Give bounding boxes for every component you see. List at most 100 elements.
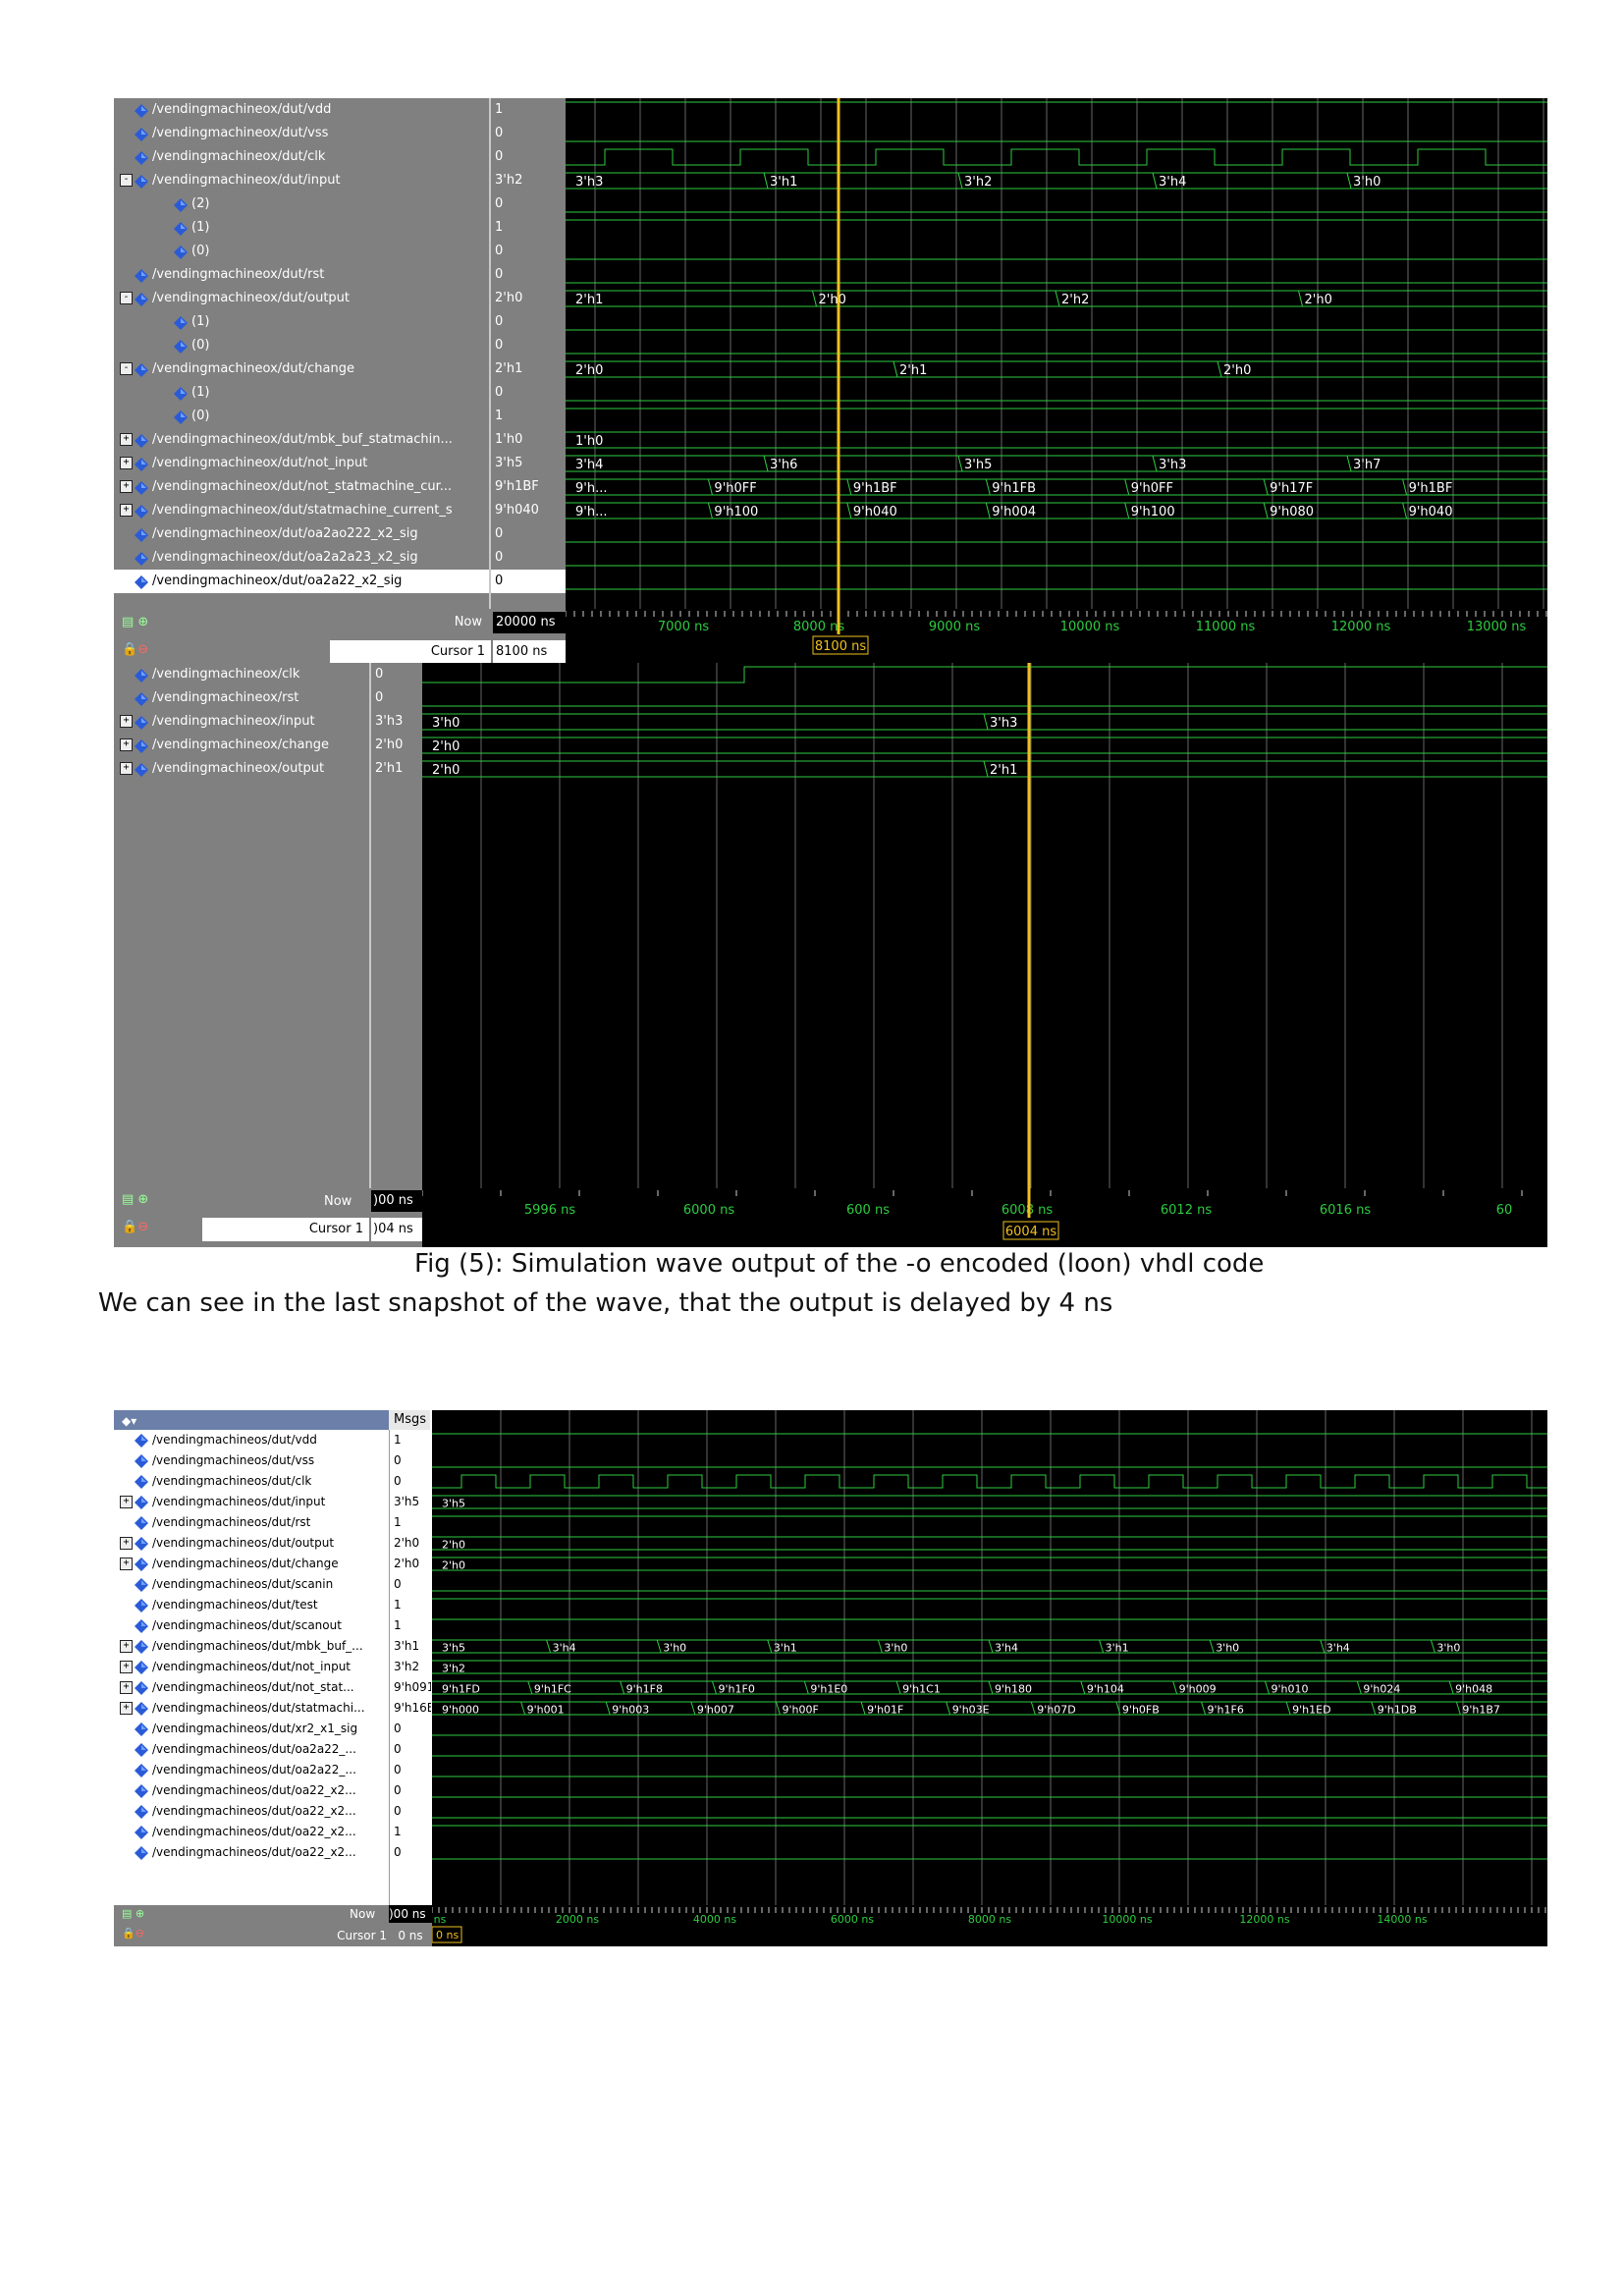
signal-row[interactable]: /vendingmachineos/dut/clk bbox=[114, 1471, 389, 1492]
lock-icon[interactable]: 🔒⊖ bbox=[122, 642, 148, 657]
lock-icon[interactable]: 🔒⊖ bbox=[122, 1927, 144, 1940]
signal-row[interactable]: + /vendingmachineos/dut/not_input bbox=[114, 1657, 389, 1677]
signal-row[interactable]: + /vendingmachineox/change bbox=[114, 734, 369, 757]
signal-row[interactable]: + /vendingmachineox/output bbox=[114, 757, 369, 781]
expand-toggle[interactable]: + bbox=[120, 738, 133, 751]
signal-row[interactable]: + /vendingmachineox/dut/not_statmachine_c… bbox=[114, 475, 489, 499]
signal-row[interactable]: + /vendingmachineos/dut/mbk_buf_... bbox=[114, 1636, 389, 1657]
expand-toggle[interactable]: + bbox=[120, 504, 133, 517]
signal-row[interactable]: /vendingmachineos/dut/oa22_x2... bbox=[114, 1801, 389, 1822]
signal-row[interactable]: /vendingmachineox/dut/oa2ao222_x2_sig bbox=[114, 522, 489, 546]
cursor-value[interactable]: 0 ns bbox=[389, 1927, 432, 1944]
bus-value-label: 9'h000 bbox=[442, 1704, 479, 1717]
signal-row[interactable]: + /vendingmachineos/dut/output bbox=[114, 1533, 389, 1554]
collapse-toggle[interactable]: - bbox=[120, 174, 133, 187]
signal-row[interactable]: /vendingmachineos/dut/vss bbox=[114, 1450, 389, 1471]
signal-row[interactable]: /vendingmachineox/dut/clk bbox=[114, 145, 489, 169]
signal-row[interactable]: (0) bbox=[114, 334, 489, 357]
waveform-canvas[interactable]: 3'h3 3'h1 3'h2 3'h4 3'h0 2'h1 2'h0 2'h2 2'h0 2'h0… bbox=[566, 98, 1547, 609]
signal-row[interactable]: + /vendingmachineos/dut/statmachi... bbox=[114, 1698, 389, 1719]
signal-row[interactable]: /vendingmachineox/dut/oa2a22_x2_sig bbox=[114, 570, 489, 593]
signal-row[interactable]: - /vendingmachineox/dut/change bbox=[114, 357, 489, 381]
signal-row[interactable]: /vendingmachineos/dut/oa22_x2... bbox=[114, 1780, 389, 1801]
bus-value-label: 2'h0 bbox=[1305, 293, 1332, 307]
expand-toggle[interactable]: + bbox=[120, 1558, 133, 1570]
waveform-pane[interactable]: 3'h0 3'h3 2'h0 2'h0 2'h1 bbox=[422, 663, 1547, 1188]
zoom-icons[interactable]: ▤ ⊕ bbox=[122, 1907, 144, 1920]
signal-row[interactable]: /vendingmachineox/dut/rst bbox=[114, 263, 489, 287]
expand-toggle[interactable]: + bbox=[120, 1661, 133, 1673]
signal-row[interactable]: /vendingmachineos/dut/test bbox=[114, 1595, 389, 1615]
bus-value-label: 9'h17F bbox=[1270, 481, 1313, 496]
bus-transition bbox=[1265, 1680, 1270, 1695]
signal-diamond-icon bbox=[135, 150, 148, 165]
now-value: )00 ns bbox=[389, 1905, 432, 1923]
cursor-value[interactable]: )04 ns bbox=[371, 1218, 422, 1241]
signal-row[interactable]: (1) bbox=[114, 381, 489, 405]
signal-row[interactable]: /vendingmachineos/dut/oa22_x2... bbox=[114, 1842, 389, 1863]
signal-row[interactable]: /vendingmachineox/dut/vss bbox=[114, 122, 489, 145]
signal-row[interactable]: (2) bbox=[114, 192, 489, 216]
signal-row[interactable]: /vendingmachineox/rst bbox=[114, 686, 369, 710]
clock-trace bbox=[432, 1474, 1547, 1489]
signal-row[interactable]: - /vendingmachineox/dut/output bbox=[114, 287, 489, 310]
timeline-bar[interactable]: 5996 ns 6000 ns 600 ns 6008 ns 6012 ns 6016 n… bbox=[421, 1188, 1547, 1247]
signal-row[interactable]: /vendingmachineos/dut/scanin bbox=[114, 1574, 389, 1595]
signal-row[interactable]: + /vendingmachineox/dut/mbk_buf_statmachi… bbox=[114, 428, 489, 452]
signal-row[interactable]: + /vendingmachineos/dut/input bbox=[114, 1492, 389, 1512]
signal-row[interactable]: (1) bbox=[114, 216, 489, 240]
signal-row[interactable]: + /vendingmachineox/input bbox=[114, 710, 369, 734]
zoom-icons[interactable]: ▤ ⊕ bbox=[122, 615, 148, 629]
cursor-label[interactable]: Cursor 1 bbox=[330, 640, 491, 664]
bus-transition bbox=[1152, 455, 1158, 472]
expand-toggle[interactable]: + bbox=[120, 1681, 133, 1694]
signal-row[interactable]: /vendingmachineos/dut/oa22_x2... bbox=[114, 1822, 389, 1842]
expand-toggle[interactable]: + bbox=[120, 1496, 133, 1508]
expand-toggle[interactable]: + bbox=[120, 1537, 133, 1550]
cursor-label[interactable]: Cursor 1 bbox=[310, 1927, 387, 1944]
timeline-bar[interactable]: ns 2000 ns 4000 ns 6000 ns 8000 ns 10000 ns 12… bbox=[431, 1905, 1547, 1946]
waveform-window-1: /vendingmachineox/dut/vdd/vendingmachine… bbox=[114, 98, 1547, 673]
zoom-icons[interactable]: ▤ ⊕ bbox=[122, 1192, 148, 1207]
cursor-value[interactable]: 8100 ns bbox=[493, 640, 567, 664]
waveform-canvas[interactable]: 3'h0 3'h3 2'h0 2'h0 2'h1 bbox=[422, 663, 1547, 1188]
waveform-pane[interactable]: 3'h5 2'h0 2'h0 3'h5 3'h4 3'h0 3'h1 3'h0 3'h4 3'h1… bbox=[432, 1410, 1547, 1905]
bus-transition bbox=[946, 1701, 951, 1716]
expand-toggle[interactable]: + bbox=[120, 1702, 133, 1715]
bus-transition bbox=[985, 478, 991, 496]
diamond-dropdown-icon[interactable]: ◆▾ bbox=[122, 1414, 136, 1428]
expand-toggle[interactable]: + bbox=[120, 715, 133, 728]
signal-row[interactable]: /vendingmachineos/dut/oa2a22_... bbox=[114, 1760, 389, 1780]
signal-row[interactable]: + /vendingmachineox/dut/not_input bbox=[114, 452, 489, 475]
signal-row[interactable]: + /vendingmachineos/dut/change bbox=[114, 1554, 389, 1574]
signal-row[interactable]: /vendingmachineox/dut/vdd bbox=[114, 98, 489, 122]
expand-toggle[interactable]: + bbox=[120, 433, 133, 446]
signal-row[interactable]: + /vendingmachineox/dut/statmachine_curre… bbox=[114, 499, 489, 522]
signal-diamond-icon bbox=[135, 1742, 148, 1757]
signal-row[interactable]: /vendingmachineox/clk bbox=[114, 663, 369, 686]
signal-row[interactable]: /vendingmachineos/dut/rst bbox=[114, 1512, 389, 1533]
signal-row[interactable]: /vendingmachineox/dut/oa2a2a23_x2_sig bbox=[114, 546, 489, 570]
signal-value: 0 bbox=[375, 667, 384, 682]
expand-toggle[interactable]: + bbox=[120, 457, 133, 469]
collapse-toggle[interactable]: - bbox=[120, 292, 133, 304]
signal-row[interactable]: (0) bbox=[114, 405, 489, 428]
bus-value-label: 3'h5 bbox=[964, 458, 992, 472]
signal-row[interactable]: /vendingmachineos/dut/scanout bbox=[114, 1615, 389, 1636]
collapse-toggle[interactable]: - bbox=[120, 362, 133, 375]
expand-toggle[interactable]: + bbox=[120, 762, 133, 775]
signal-row[interactable]: /vendingmachineos/dut/xr2_x1_sig bbox=[114, 1719, 389, 1739]
waveform-canvas[interactable]: 3'h5 2'h0 2'h0 3'h5 3'h4 3'h0 3'h1 3'h0 3'h4 3'h1… bbox=[432, 1410, 1547, 1905]
signal-row[interactable]: /vendingmachineos/dut/vdd bbox=[114, 1430, 389, 1450]
expand-toggle[interactable]: + bbox=[120, 1640, 133, 1653]
lock-icon[interactable]: 🔒⊖ bbox=[122, 1220, 148, 1234]
cursor-label[interactable]: Cursor 1 bbox=[202, 1218, 369, 1241]
signal-row[interactable]: (1) bbox=[114, 310, 489, 334]
expand-toggle[interactable]: + bbox=[120, 480, 133, 493]
toolbar-header[interactable]: ◆▾ bbox=[114, 1410, 389, 1430]
signal-row[interactable]: + /vendingmachineos/dut/not_stat... bbox=[114, 1677, 389, 1698]
signal-row[interactable]: - /vendingmachineox/dut/input bbox=[114, 169, 489, 192]
signal-row[interactable]: /vendingmachineos/dut/oa2a22_... bbox=[114, 1739, 389, 1760]
waveform-pane[interactable]: 3'h3 3'h1 3'h2 3'h4 3'h0 2'h1 2'h0 2'h2 2'h0 2'h0… bbox=[566, 98, 1547, 609]
signal-row[interactable]: (0) bbox=[114, 240, 489, 263]
